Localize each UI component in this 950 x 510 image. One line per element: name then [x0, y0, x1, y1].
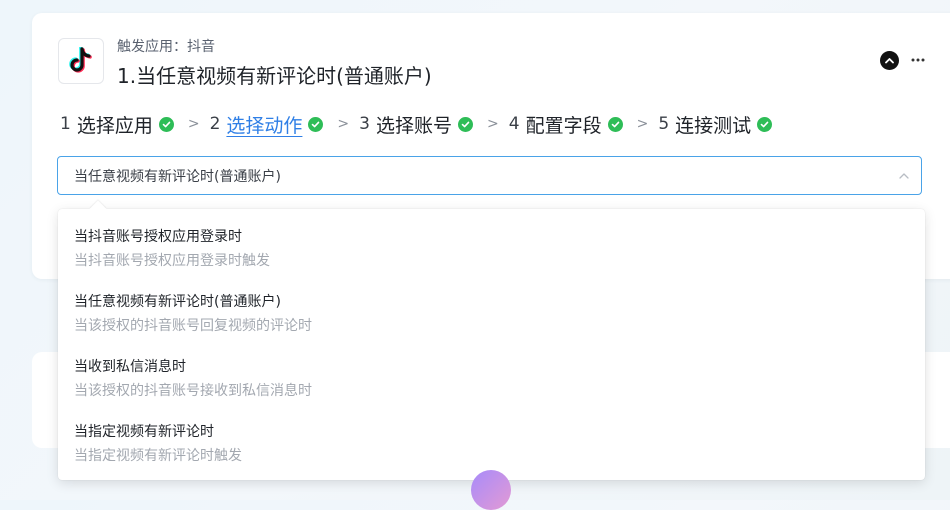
action-dropdown: 当抖音账号授权应用登录时 当抖音账号授权应用登录时触发 当任意视频有新评论时(普…	[58, 209, 925, 480]
chevron-right-icon: >	[187, 116, 200, 132]
chevron-right-icon: >	[487, 116, 499, 132]
step-select-account[interactable]: 3 选择账号	[359, 111, 473, 138]
option-title: 当抖音账号授权应用登录时	[74, 229, 242, 245]
dropdown-option[interactable]: 当抖音账号授权应用登录时 当抖音账号授权应用登录时触发	[74, 227, 909, 283]
chevron-right-icon: >	[636, 116, 649, 132]
step-number: 3	[359, 114, 370, 134]
step-select-app[interactable]: 1 选择应用	[60, 111, 174, 138]
option-description: 当指定视频有新评论时触发	[74, 448, 242, 464]
option-title: 当收到私信消息时	[74, 359, 186, 375]
step-label: 选择应用	[76, 114, 153, 137]
option-description: 当该授权的抖音账号回复视频的评论时	[74, 318, 312, 334]
check-circle-icon	[757, 116, 773, 132]
collapse-button[interactable]	[880, 51, 899, 70]
check-circle-icon	[158, 116, 174, 132]
more-options-button[interactable]	[908, 50, 928, 70]
check-circle-icon	[458, 116, 473, 132]
step-label: 选择动作	[226, 114, 303, 137]
step-configure-fields[interactable]: 4 配置字段	[509, 111, 623, 138]
step-select-action[interactable]: 2 选择动作	[210, 111, 324, 138]
option-description: 当该授权的抖音账号接收到私信消息时	[74, 383, 312, 399]
chevron-up-icon[interactable]	[897, 169, 911, 183]
step-label: 连接测试	[675, 114, 752, 137]
dropdown-option[interactable]: 当任意视频有新评论时(普通账户) 当该授权的抖音账号回复视频的评论时	[74, 292, 909, 348]
action-select[interactable]: 当任意视频有新评论时(普通账户)	[57, 156, 922, 195]
more-horizontal-icon	[911, 58, 925, 62]
option-title: 当任意视频有新评论时(普通账户)	[74, 294, 281, 310]
step-label: 选择账号	[375, 114, 452, 137]
option-description: 当抖音账号授权应用登录时触发	[74, 253, 270, 269]
option-title: 当指定视频有新评论时	[74, 424, 214, 440]
step-progress: 1 选择应用 > 2 选择动作 > 3 选择账号 > 4 配置字段 > 5 连接…	[60, 110, 773, 138]
step-label: 配置字段	[525, 114, 602, 137]
trigger-title: 1.当任意视频有新评论时(普通账户)	[117, 64, 432, 88]
chevron-right-icon: >	[337, 116, 350, 132]
step-number: 1	[60, 114, 71, 134]
tiktok-logo-icon	[58, 38, 104, 84]
chevron-up-icon	[885, 58, 894, 64]
step-number: 2	[209, 114, 221, 134]
add-step-button[interactable]	[471, 470, 511, 510]
action-select-value: 当任意视频有新评论时(普通账户)	[74, 168, 281, 185]
trigger-app-label: 触发应用：抖音	[117, 39, 215, 55]
step-number: 5	[658, 114, 670, 134]
check-circle-icon	[308, 116, 324, 132]
step-connection-test[interactable]: 5 连接测试	[658, 111, 773, 138]
dropdown-option[interactable]: 当收到私信消息时 当该授权的抖音账号接收到私信消息时	[74, 357, 909, 413]
check-circle-icon	[607, 116, 623, 132]
step-number: 4	[508, 114, 520, 134]
